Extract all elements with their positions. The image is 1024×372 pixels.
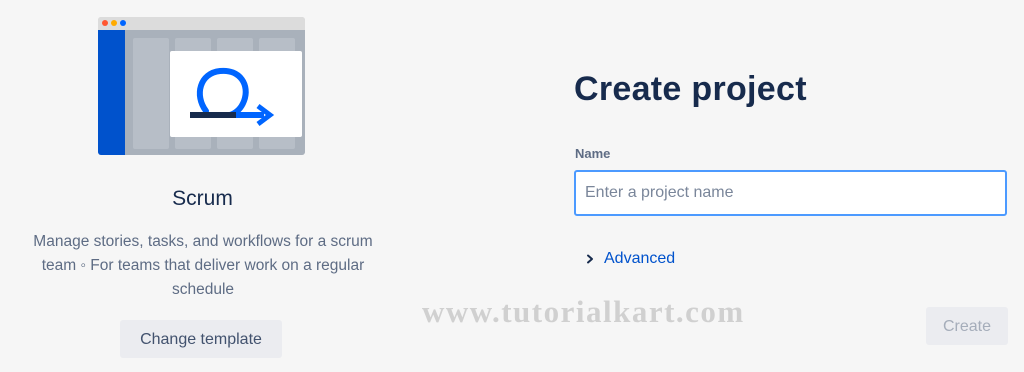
illustration-card (170, 51, 302, 137)
window-chrome (98, 17, 305, 30)
window-close-dot (102, 20, 108, 26)
page-title: Create project (574, 70, 807, 108)
watermark: www.tutorialkart.com (422, 294, 745, 329)
template-title: Scrum (172, 187, 233, 210)
chevron-right-icon (587, 254, 593, 264)
window-minimize-dot (111, 20, 117, 26)
scrum-cycle-icon (190, 67, 275, 126)
illustration-sidebar (98, 30, 125, 155)
name-field-label: Name (575, 146, 611, 161)
change-template-button[interactable]: Change template (120, 320, 282, 358)
board-column (133, 38, 169, 149)
scrum-illustration (98, 17, 305, 155)
window-maximize-dot (120, 20, 126, 26)
create-button[interactable]: Create (926, 307, 1008, 345)
illustration-board (125, 30, 305, 155)
template-description: Manage stories, tasks, and workflows for… (33, 233, 373, 298)
template-panel: Scrum Manage stories, tasks, and workflo… (0, 0, 405, 372)
advanced-label: Advanced (604, 250, 676, 267)
project-name-input[interactable] (574, 170, 1007, 216)
advanced-toggle[interactable]: Advanced (584, 250, 675, 268)
